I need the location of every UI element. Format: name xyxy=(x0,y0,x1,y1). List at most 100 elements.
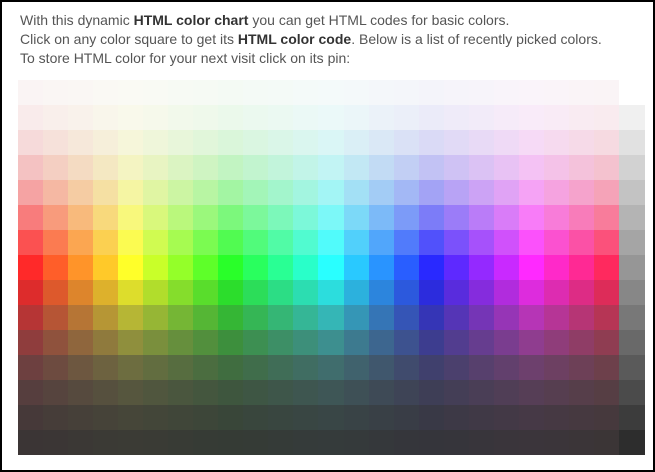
color-swatch[interactable] xyxy=(568,380,594,405)
color-swatch[interactable] xyxy=(218,130,244,155)
color-swatch[interactable] xyxy=(343,155,369,180)
color-swatch[interactable] xyxy=(193,155,219,180)
color-swatch[interactable] xyxy=(518,305,544,330)
color-swatch[interactable] xyxy=(43,405,69,430)
color-swatch[interactable] xyxy=(143,80,169,105)
color-swatch[interactable] xyxy=(318,430,344,455)
color-swatch[interactable] xyxy=(493,355,519,380)
color-swatch[interactable] xyxy=(368,205,394,230)
gray-swatch[interactable] xyxy=(619,380,645,405)
color-swatch[interactable] xyxy=(468,355,494,380)
color-swatch[interactable] xyxy=(68,230,94,255)
color-swatch[interactable] xyxy=(168,430,194,455)
color-swatch[interactable] xyxy=(593,155,619,180)
color-swatch[interactable] xyxy=(268,255,294,280)
color-swatch[interactable] xyxy=(568,80,594,105)
color-swatch[interactable] xyxy=(293,80,319,105)
color-swatch[interactable] xyxy=(518,280,544,305)
color-swatch[interactable] xyxy=(543,355,569,380)
color-swatch[interactable] xyxy=(343,330,369,355)
color-swatch[interactable] xyxy=(368,105,394,130)
color-swatch[interactable] xyxy=(243,355,269,380)
color-swatch[interactable] xyxy=(368,280,394,305)
color-swatch[interactable] xyxy=(143,205,169,230)
color-swatch[interactable] xyxy=(18,230,44,255)
color-swatch[interactable] xyxy=(68,405,94,430)
color-swatch[interactable] xyxy=(243,280,269,305)
color-swatch[interactable] xyxy=(518,180,544,205)
color-swatch[interactable] xyxy=(193,405,219,430)
color-swatch[interactable] xyxy=(193,255,219,280)
color-swatch[interactable] xyxy=(293,405,319,430)
color-swatch[interactable] xyxy=(593,80,619,105)
gray-swatch[interactable] xyxy=(619,230,645,255)
color-swatch[interactable] xyxy=(243,380,269,405)
color-swatch[interactable] xyxy=(418,280,444,305)
color-swatch[interactable] xyxy=(18,380,44,405)
color-swatch[interactable] xyxy=(218,180,244,205)
color-swatch[interactable] xyxy=(243,230,269,255)
color-swatch[interactable] xyxy=(393,380,419,405)
color-swatch[interactable] xyxy=(18,355,44,380)
color-swatch[interactable] xyxy=(493,255,519,280)
color-swatch[interactable] xyxy=(468,180,494,205)
color-swatch[interactable] xyxy=(18,205,44,230)
color-swatch[interactable] xyxy=(118,380,144,405)
color-swatch[interactable] xyxy=(393,355,419,380)
color-swatch[interactable] xyxy=(93,130,119,155)
color-swatch[interactable] xyxy=(468,230,494,255)
color-swatch[interactable] xyxy=(343,380,369,405)
color-swatch[interactable] xyxy=(243,330,269,355)
color-swatch[interactable] xyxy=(518,380,544,405)
color-swatch[interactable] xyxy=(593,130,619,155)
color-swatch[interactable] xyxy=(568,305,594,330)
color-swatch[interactable] xyxy=(168,155,194,180)
color-swatch[interactable] xyxy=(368,155,394,180)
color-swatch[interactable] xyxy=(418,155,444,180)
color-swatch[interactable] xyxy=(143,355,169,380)
color-swatch[interactable] xyxy=(568,280,594,305)
color-swatch[interactable] xyxy=(418,330,444,355)
color-swatch[interactable] xyxy=(143,180,169,205)
color-swatch[interactable] xyxy=(593,105,619,130)
color-swatch[interactable] xyxy=(418,230,444,255)
color-swatch[interactable] xyxy=(93,105,119,130)
color-swatch[interactable] xyxy=(493,155,519,180)
color-swatch[interactable] xyxy=(468,380,494,405)
color-swatch[interactable] xyxy=(293,155,319,180)
color-swatch[interactable] xyxy=(368,180,394,205)
color-swatch[interactable] xyxy=(193,130,219,155)
color-swatch[interactable] xyxy=(168,130,194,155)
color-swatch[interactable] xyxy=(43,80,69,105)
color-swatch[interactable] xyxy=(43,205,69,230)
color-swatch[interactable] xyxy=(568,105,594,130)
color-swatch[interactable] xyxy=(343,130,369,155)
gray-swatch[interactable] xyxy=(619,405,645,430)
color-swatch[interactable] xyxy=(343,355,369,380)
color-swatch[interactable] xyxy=(418,255,444,280)
color-swatch[interactable] xyxy=(568,130,594,155)
gray-swatch[interactable] xyxy=(619,205,645,230)
color-swatch[interactable] xyxy=(543,80,569,105)
color-swatch[interactable] xyxy=(593,205,619,230)
color-swatch[interactable] xyxy=(243,430,269,455)
gray-swatch[interactable] xyxy=(619,330,645,355)
color-swatch[interactable] xyxy=(443,305,469,330)
color-swatch[interactable] xyxy=(418,380,444,405)
color-swatch[interactable] xyxy=(68,80,94,105)
color-swatch[interactable] xyxy=(443,155,469,180)
color-swatch[interactable] xyxy=(518,230,544,255)
color-swatch[interactable] xyxy=(93,205,119,230)
color-swatch[interactable] xyxy=(368,80,394,105)
color-swatch[interactable] xyxy=(143,255,169,280)
gray-swatch[interactable] xyxy=(619,130,645,155)
color-swatch[interactable] xyxy=(193,80,219,105)
color-swatch[interactable] xyxy=(518,405,544,430)
color-swatch[interactable] xyxy=(118,80,144,105)
color-swatch[interactable] xyxy=(243,405,269,430)
color-swatch[interactable] xyxy=(443,105,469,130)
color-swatch[interactable] xyxy=(18,80,44,105)
color-swatch[interactable] xyxy=(293,355,319,380)
color-swatch[interactable] xyxy=(468,255,494,280)
color-swatch[interactable] xyxy=(343,405,369,430)
